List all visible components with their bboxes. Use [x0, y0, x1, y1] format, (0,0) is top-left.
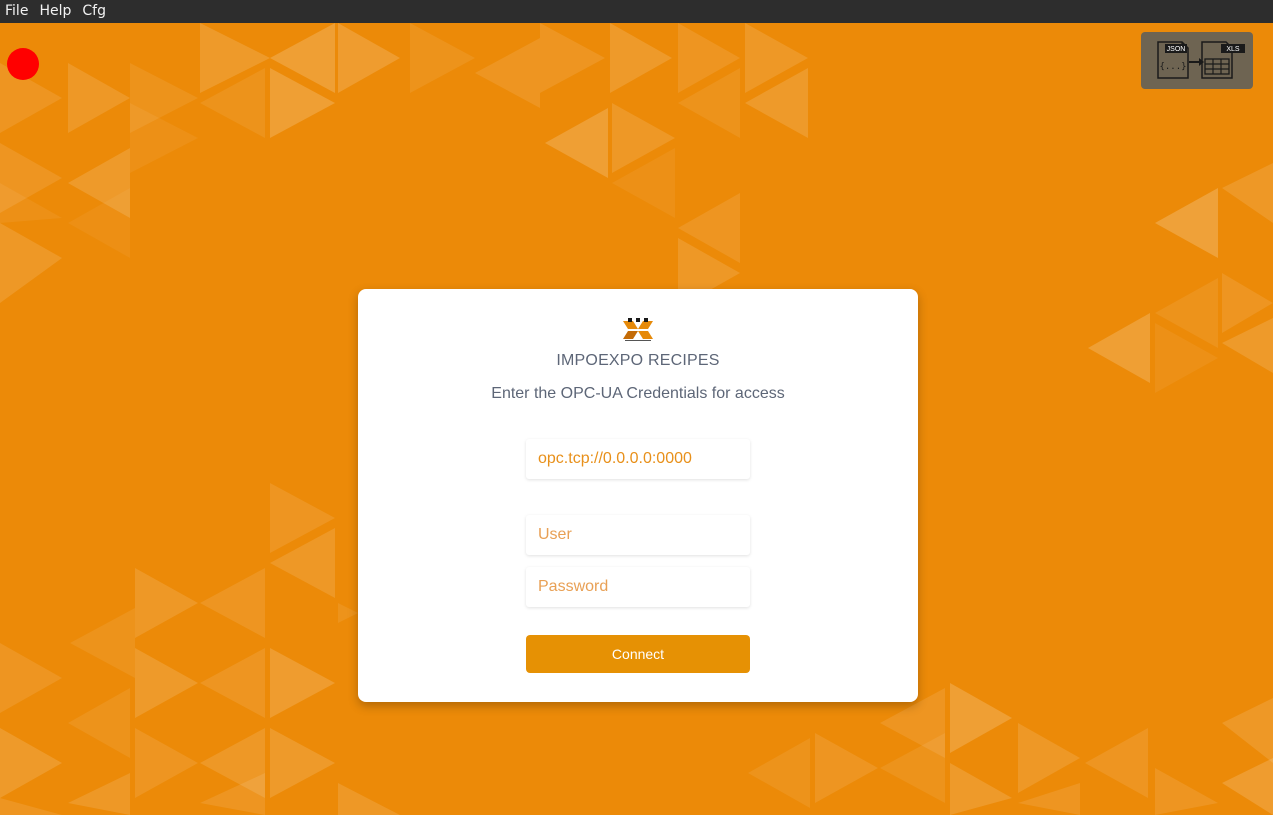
- app-title: IMPOEXPO RECIPES: [556, 352, 720, 369]
- menu-bar: File Help Cfg: [0, 0, 1273, 23]
- login-instructions: Enter the OPC-UA Credentials for access: [491, 385, 785, 402]
- json-to-xls-convert-button[interactable]: JSON {...} XLS: [1141, 32, 1253, 89]
- json-to-xls-icon: JSON {...} XLS: [1157, 41, 1245, 79]
- connect-button[interactable]: Connect: [526, 635, 750, 673]
- json-label: JSON: [1167, 46, 1186, 53]
- xls-label: XLS: [1226, 46, 1240, 53]
- json-glyph: {...}: [1159, 62, 1186, 72]
- menu-file[interactable]: File: [0, 0, 34, 23]
- tmg-logo: [623, 318, 653, 341]
- connection-status-dot: [7, 48, 39, 80]
- login-card: IMPOEXPO RECIPES Enter the OPC-UA Creden…: [358, 289, 918, 702]
- password-input[interactable]: [526, 567, 750, 607]
- menu-help[interactable]: Help: [34, 0, 77, 23]
- server-url-input[interactable]: [526, 439, 750, 479]
- menu-cfg[interactable]: Cfg: [77, 0, 112, 23]
- username-input[interactable]: [526, 515, 750, 555]
